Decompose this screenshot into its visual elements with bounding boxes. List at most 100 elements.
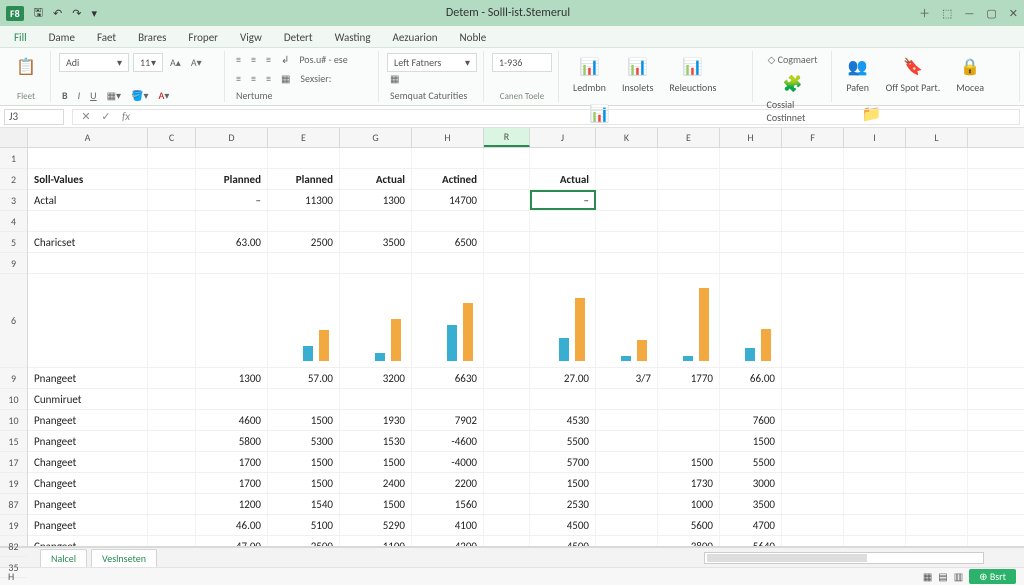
cell[interactable] [596, 232, 658, 252]
align-top-icon[interactable]: ≡ [233, 53, 244, 66]
cell[interactable]: 5700 [530, 452, 596, 472]
sheet-tab-1[interactable]: Nalcel [40, 549, 87, 567]
cell[interactable]: 3500 [720, 494, 782, 514]
cell[interactable] [906, 515, 968, 535]
row-header[interactable]: 17 [0, 452, 27, 473]
cell[interactable] [484, 515, 530, 535]
table-row[interactable] [28, 253, 1024, 274]
cell[interactable] [782, 253, 844, 273]
cell[interactable]: 5300 [268, 431, 340, 451]
cell[interactable] [340, 211, 412, 231]
cell[interactable]: 1700 [196, 452, 268, 472]
format-button[interactable]: 📊Releuctions [663, 53, 722, 96]
formula-input[interactable]: ✕ ✓ fx [72, 109, 1020, 125]
cell[interactable] [782, 410, 844, 430]
cell[interactable]: 1770 [658, 368, 720, 388]
cell[interactable] [484, 452, 530, 472]
cell[interactable] [658, 410, 720, 430]
ribbon-mode-icon[interactable]: ⬚ [942, 7, 952, 20]
cell[interactable] [596, 431, 658, 451]
cell[interactable] [844, 253, 906, 273]
italic-icon[interactable]: I [75, 89, 84, 102]
table-row[interactable]: Actal–11300130014700– [28, 190, 1024, 211]
sexsier[interactable]: Sexsier: [297, 72, 334, 85]
pos-label[interactable]: Pos.u# - ese [296, 53, 350, 66]
cell[interactable] [148, 190, 196, 210]
table-row[interactable]: Pnangeet130057.003200663027.003/7177066.… [28, 368, 1024, 389]
cell[interactable] [906, 253, 968, 273]
cell[interactable]: 4600 [196, 410, 268, 430]
cell[interactable]: 1730 [658, 473, 720, 493]
cell[interactable] [484, 190, 530, 210]
cell[interactable]: – [530, 190, 596, 210]
col-H2[interactable]: H [720, 128, 782, 147]
horizontal-scrollbar[interactable] [704, 552, 984, 564]
cell[interactable] [782, 148, 844, 168]
cell[interactable] [196, 274, 268, 367]
cell[interactable] [412, 274, 484, 367]
table-row[interactable] [28, 148, 1024, 169]
table-row[interactable]: Soll-ValuesPlannedPlannedActualActinedAc… [28, 169, 1024, 190]
cell[interactable]: 1500 [658, 452, 720, 472]
cell[interactable] [530, 232, 596, 252]
cell[interactable]: 2400 [340, 473, 412, 493]
cell[interactable]: 3/7 [596, 368, 658, 388]
cell[interactable] [906, 211, 968, 231]
cell[interactable]: 63.00 [196, 232, 268, 252]
col-H[interactable]: H [412, 128, 484, 147]
row-header[interactable]: 9 [0, 253, 27, 274]
table-row[interactable]: Changeet1700150024002200150017303000 [28, 473, 1024, 494]
cell[interactable]: 6630 [412, 368, 484, 388]
cell[interactable] [412, 211, 484, 231]
cell[interactable] [658, 389, 720, 409]
cell[interactable]: 5800 [196, 431, 268, 451]
cell[interactable] [148, 410, 196, 430]
cell[interactable] [268, 148, 340, 168]
cell[interactable] [720, 190, 782, 210]
cell[interactable] [596, 494, 658, 514]
cell[interactable] [658, 232, 720, 252]
cell[interactable] [906, 494, 968, 514]
align-center-icon[interactable]: ≡ [248, 72, 259, 85]
row-header[interactable]: 1 [0, 148, 27, 169]
delete-button[interactable]: 📊Insolets [616, 53, 659, 96]
cell[interactable] [844, 494, 906, 514]
cell[interactable]: 6500 [412, 232, 484, 252]
cell[interactable]: 3500 [340, 232, 412, 252]
row-header[interactable]: 4 [0, 211, 27, 232]
share-icon[interactable]: ＋ [919, 5, 930, 21]
cell[interactable] [148, 253, 196, 273]
cell[interactable]: 1930 [340, 410, 412, 430]
tab-aezuarion[interactable]: Aezuarion [385, 28, 446, 47]
cell[interactable]: Actual [530, 169, 596, 189]
cogmaert[interactable]: ◇ Cogmaert [765, 53, 821, 66]
cell[interactable] [658, 274, 720, 367]
cell[interactable] [844, 190, 906, 210]
cell[interactable] [530, 148, 596, 168]
cell[interactable]: 2530 [530, 494, 596, 514]
cell[interactable] [844, 536, 906, 546]
cell[interactable] [148, 515, 196, 535]
tab-fill[interactable]: Fill [6, 28, 35, 47]
cell[interactable]: Soll-Values [28, 169, 148, 189]
cell[interactable] [844, 431, 906, 451]
autosave-badge[interactable]: F8 [6, 6, 24, 21]
cell[interactable] [844, 148, 906, 168]
cell[interactable]: 4500 [530, 515, 596, 535]
font-size-combo[interactable]: 11▾ [133, 53, 163, 72]
cell[interactable] [596, 515, 658, 535]
cell[interactable]: 1540 [268, 494, 340, 514]
cell[interactable] [484, 211, 530, 231]
cell[interactable]: 4200 [412, 536, 484, 546]
cell[interactable] [596, 169, 658, 189]
layout-view-icon[interactable]: ▤ [938, 570, 947, 583]
row-header[interactable]: 9 [0, 368, 27, 389]
cell[interactable] [148, 431, 196, 451]
cell[interactable] [844, 274, 906, 367]
increase-font-icon[interactable]: A▴ [167, 56, 184, 69]
spot-button[interactable]: 🔖Off Spot Part. [880, 53, 947, 96]
col-E2[interactable]: E [658, 128, 720, 147]
cell[interactable] [596, 274, 658, 367]
cell[interactable] [782, 211, 844, 231]
cell[interactable] [844, 232, 906, 252]
